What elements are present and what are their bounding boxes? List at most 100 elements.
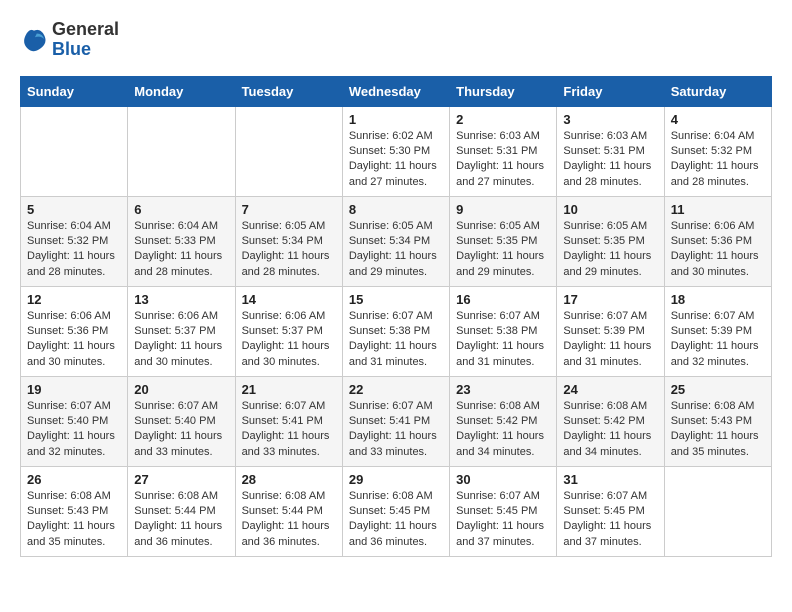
calendar-cell: 31 Sunrise: 6:07 AMSunset: 5:45 PMDayligh… (557, 466, 664, 556)
day-number: 3 (563, 112, 657, 127)
week-row-1: 1 Sunrise: 6:02 AMSunset: 5:30 PMDaylight… (21, 106, 772, 196)
cell-details: Sunrise: 6:04 AMSunset: 5:33 PMDaylight:… (134, 219, 228, 281)
calendar-cell: 25Sunrise: 6:08 AMSunset: 5:43 PMDayligh… (664, 376, 771, 466)
calendar-cell: 23 Sunrise: 6:08 AMSunset: 5:42 PMDayligh… (450, 376, 557, 466)
cell-details: Sunrise: 6:07 AMSunset: 5:40 PMDaylight:… (27, 399, 121, 461)
cell-details: Sunrise: 6:06 AMSunset: 5:37 PMDaylight:… (242, 309, 336, 371)
logo-general: General (52, 20, 119, 40)
day-number: 21 (242, 382, 336, 397)
weekday-wednesday: Wednesday (342, 76, 449, 106)
cell-details: Sunrise: 6:02 AMSunset: 5:30 PMDaylight:… (349, 129, 443, 191)
weekday-monday: Monday (128, 76, 235, 106)
cell-details: Sunrise: 6:08 AMSunset: 5:43 PMDaylight:… (27, 489, 121, 551)
weekday-row: SundayMondayTuesdayWednesdayThursdayFrid… (21, 76, 772, 106)
calendar-cell: 27 Sunrise: 6:08 AMSunset: 5:44 PMDayligh… (128, 466, 235, 556)
week-row-5: 26 Sunrise: 6:08 AMSunset: 5:43 PMDayligh… (21, 466, 772, 556)
calendar-cell: 21 Sunrise: 6:07 AMSunset: 5:41 PMDayligh… (235, 376, 342, 466)
day-number: 7 (242, 202, 336, 217)
cell-details: Sunrise: 6:05 AMSunset: 5:35 PMDaylight:… (563, 219, 657, 281)
cell-details: Sunrise: 6:08 AMSunset: 5:43 PMDaylight:… (671, 399, 765, 461)
calendar-cell (235, 106, 342, 196)
calendar-cell (128, 106, 235, 196)
day-number: 4 (671, 112, 765, 127)
logo-icon (20, 26, 48, 54)
logo-text: GeneralBlue (52, 20, 119, 60)
calendar-cell: 20 Sunrise: 6:07 AMSunset: 5:40 PMDayligh… (128, 376, 235, 466)
day-number: 29 (349, 472, 443, 487)
cell-details: Sunrise: 6:08 AMSunset: 5:45 PMDaylight:… (349, 489, 443, 551)
calendar-cell: 26 Sunrise: 6:08 AMSunset: 5:43 PMDayligh… (21, 466, 128, 556)
day-number: 10 (563, 202, 657, 217)
week-row-4: 19 Sunrise: 6:07 AMSunset: 5:40 PMDayligh… (21, 376, 772, 466)
day-number: 12 (27, 292, 121, 307)
cell-details: Sunrise: 6:08 AMSunset: 5:42 PMDaylight:… (456, 399, 550, 461)
cell-details: Sunrise: 6:08 AMSunset: 5:44 PMDaylight:… (242, 489, 336, 551)
day-number: 27 (134, 472, 228, 487)
cell-details: Sunrise: 6:06 AMSunset: 5:37 PMDaylight:… (134, 309, 228, 371)
week-row-3: 12 Sunrise: 6:06 AMSunset: 5:36 PMDayligh… (21, 286, 772, 376)
calendar-cell: 7 Sunrise: 6:05 AMSunset: 5:34 PMDaylight… (235, 196, 342, 286)
week-row-2: 5Sunrise: 6:04 AMSunset: 5:32 PMDaylight… (21, 196, 772, 286)
day-number: 31 (563, 472, 657, 487)
cell-details: Sunrise: 6:07 AMSunset: 5:38 PMDaylight:… (456, 309, 550, 371)
day-number: 24 (563, 382, 657, 397)
logo: GeneralBlue (20, 20, 119, 60)
weekday-thursday: Thursday (450, 76, 557, 106)
cell-details: Sunrise: 6:03 AMSunset: 5:31 PMDaylight:… (456, 129, 550, 191)
calendar-cell: 30 Sunrise: 6:07 AMSunset: 5:45 PMDayligh… (450, 466, 557, 556)
calendar-header: SundayMondayTuesdayWednesdayThursdayFrid… (21, 76, 772, 106)
cell-details: Sunrise: 6:07 AMSunset: 5:45 PMDaylight:… (456, 489, 550, 551)
cell-details: Sunrise: 6:07 AMSunset: 5:39 PMDaylight:… (671, 309, 765, 371)
day-number: 20 (134, 382, 228, 397)
calendar-cell: 24Sunrise: 6:08 AMSunset: 5:42 PMDayligh… (557, 376, 664, 466)
day-number: 9 (456, 202, 550, 217)
calendar-cell: 18 Sunrise: 6:07 AMSunset: 5:39 PMDayligh… (664, 286, 771, 376)
cell-details: Sunrise: 6:07 AMSunset: 5:41 PMDaylight:… (242, 399, 336, 461)
cell-details: Sunrise: 6:08 AMSunset: 5:44 PMDaylight:… (134, 489, 228, 551)
calendar-cell: 3Sunrise: 6:03 AMSunset: 5:31 PMDaylight… (557, 106, 664, 196)
cell-details: Sunrise: 6:05 AMSunset: 5:35 PMDaylight:… (456, 219, 550, 281)
calendar-cell: 15Sunrise: 6:07 AMSunset: 5:38 PMDayligh… (342, 286, 449, 376)
cell-details: Sunrise: 6:04 AMSunset: 5:32 PMDaylight:… (27, 219, 121, 281)
cell-details: Sunrise: 6:04 AMSunset: 5:32 PMDaylight:… (671, 129, 765, 191)
day-number: 30 (456, 472, 550, 487)
cell-details: Sunrise: 6:06 AMSunset: 5:36 PMDaylight:… (27, 309, 121, 371)
day-number: 23 (456, 382, 550, 397)
day-number: 28 (242, 472, 336, 487)
calendar-cell: 9 Sunrise: 6:05 AMSunset: 5:35 PMDaylight… (450, 196, 557, 286)
day-number: 22 (349, 382, 443, 397)
cell-details: Sunrise: 6:07 AMSunset: 5:45 PMDaylight:… (563, 489, 657, 551)
logo-blue: Blue (52, 40, 119, 60)
cell-details: Sunrise: 6:07 AMSunset: 5:39 PMDaylight:… (563, 309, 657, 371)
day-number: 16 (456, 292, 550, 307)
cell-details: Sunrise: 6:05 AMSunset: 5:34 PMDaylight:… (242, 219, 336, 281)
cell-details: Sunrise: 6:07 AMSunset: 5:40 PMDaylight:… (134, 399, 228, 461)
day-number: 26 (27, 472, 121, 487)
calendar-cell: 19 Sunrise: 6:07 AMSunset: 5:40 PMDayligh… (21, 376, 128, 466)
calendar-cell: 4 Sunrise: 6:04 AMSunset: 5:32 PMDaylight… (664, 106, 771, 196)
day-number: 14 (242, 292, 336, 307)
calendar-cell: 16 Sunrise: 6:07 AMSunset: 5:38 PMDayligh… (450, 286, 557, 376)
calendar-cell (664, 466, 771, 556)
calendar-cell: 6 Sunrise: 6:04 AMSunset: 5:33 PMDaylight… (128, 196, 235, 286)
weekday-friday: Friday (557, 76, 664, 106)
calendar-cell: 1 Sunrise: 6:02 AMSunset: 5:30 PMDaylight… (342, 106, 449, 196)
day-number: 17 (563, 292, 657, 307)
day-number: 18 (671, 292, 765, 307)
calendar-table: SundayMondayTuesdayWednesdayThursdayFrid… (20, 76, 772, 557)
day-number: 2 (456, 112, 550, 127)
day-number: 19 (27, 382, 121, 397)
calendar-cell: 17 Sunrise: 6:07 AMSunset: 5:39 PMDayligh… (557, 286, 664, 376)
calendar-cell: 22Sunrise: 6:07 AMSunset: 5:41 PMDayligh… (342, 376, 449, 466)
calendar-cell: 14 Sunrise: 6:06 AMSunset: 5:37 PMDayligh… (235, 286, 342, 376)
weekday-saturday: Saturday (664, 76, 771, 106)
cell-details: Sunrise: 6:05 AMSunset: 5:34 PMDaylight:… (349, 219, 443, 281)
day-number: 13 (134, 292, 228, 307)
calendar-cell: 11Sunrise: 6:06 AMSunset: 5:36 PMDayligh… (664, 196, 771, 286)
weekday-tuesday: Tuesday (235, 76, 342, 106)
day-number: 11 (671, 202, 765, 217)
page-header: GeneralBlue (20, 20, 772, 60)
day-number: 1 (349, 112, 443, 127)
calendar-cell (21, 106, 128, 196)
day-number: 6 (134, 202, 228, 217)
